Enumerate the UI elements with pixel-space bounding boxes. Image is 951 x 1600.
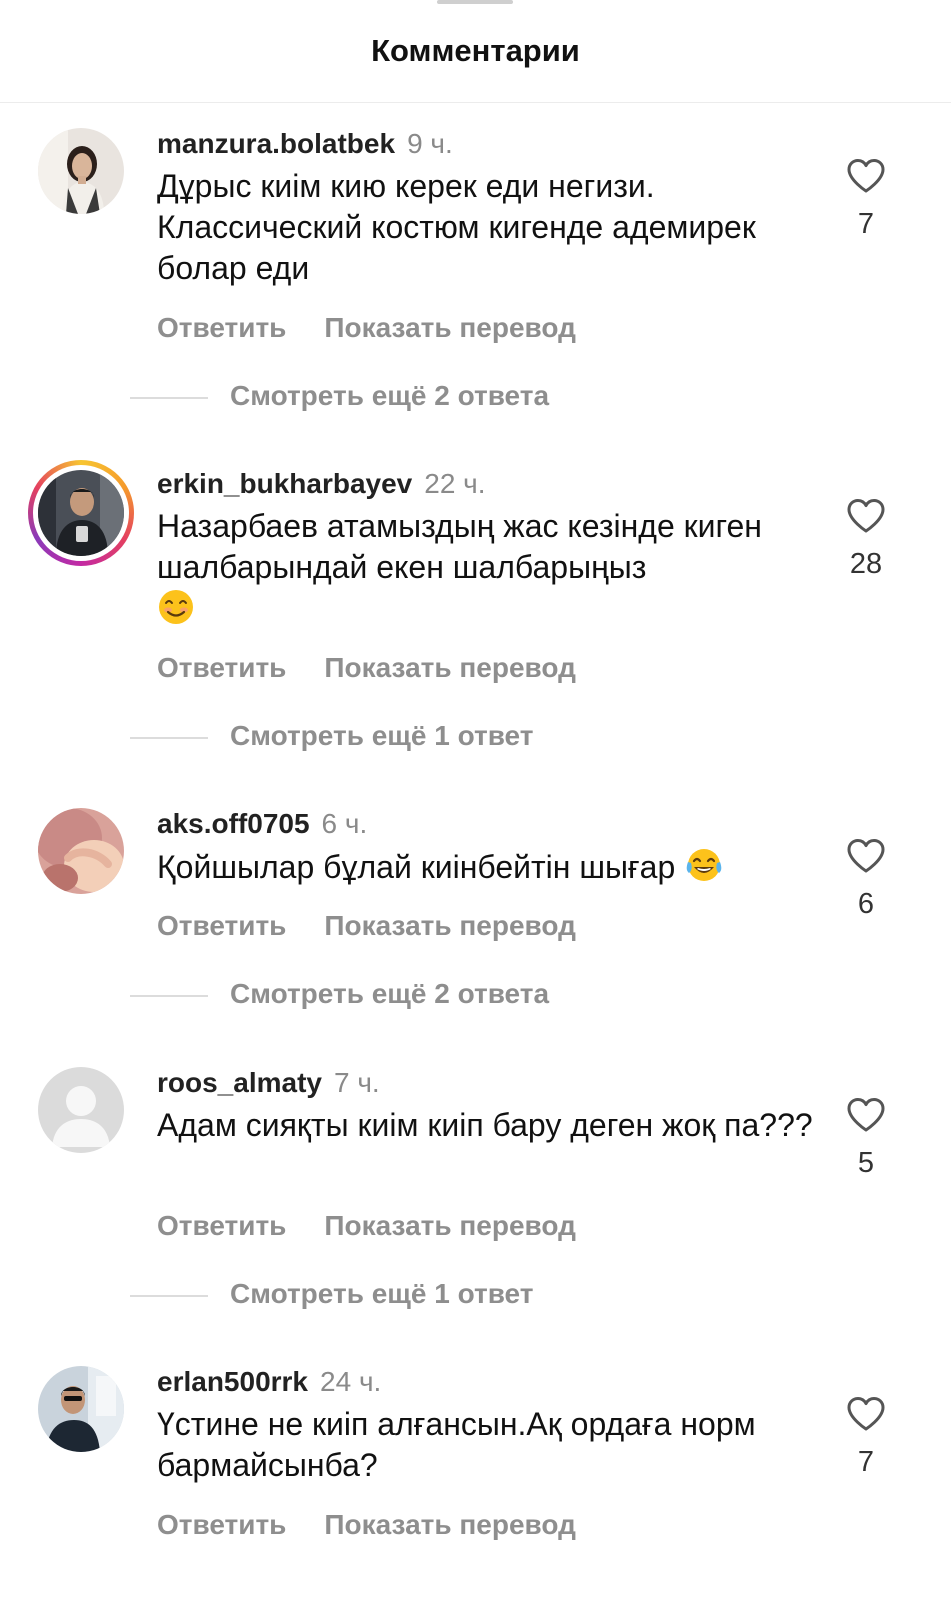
avatar[interactable] bbox=[38, 1366, 124, 1452]
comment-actions: Ответить Показать перевод bbox=[157, 910, 576, 942]
replies-divider bbox=[130, 396, 208, 399]
comment-meta: erlan500rrk 24 ч. bbox=[157, 1366, 381, 1402]
comment-actions: Ответить Показать перевод bbox=[157, 652, 576, 684]
timestamp: 22 ч. bbox=[424, 468, 486, 499]
reply-button[interactable]: Ответить bbox=[157, 910, 286, 941]
comment-text-body: Қойшылар бұлай киінбейтін шығар bbox=[157, 849, 676, 885]
comment-text-body: Назарбаев атамыздың жас кезінде киген ша… bbox=[157, 508, 762, 585]
comment-meta: manzura.bolatbek 9 ч. bbox=[157, 128, 453, 164]
comment-text: Қойшылар бұлай киінбейтін шығар bbox=[157, 846, 817, 888]
like-count: 6 bbox=[857, 888, 875, 920]
avatar[interactable] bbox=[38, 808, 124, 894]
show-translation-button[interactable]: Показать перевод bbox=[324, 652, 576, 683]
view-replies-button[interactable]: Смотреть ещё 2 ответа bbox=[130, 978, 549, 1010]
comments-sheet: Комментарии manzura.bolatbek 9 ч. Дұрыс к… bbox=[0, 0, 951, 1600]
comment-actions: Ответить Показать перевод bbox=[157, 312, 576, 344]
person-silhouette-icon bbox=[38, 1067, 124, 1153]
comment-text: Адам сияқты киім киіп бару деген жоқ па?… bbox=[157, 1107, 813, 1143]
replies-divider bbox=[130, 994, 208, 997]
sheet-header: Комментарии bbox=[0, 0, 951, 103]
like-control: 6 bbox=[846, 838, 886, 921]
avatar[interactable] bbox=[38, 1067, 124, 1153]
reply-button[interactable]: Ответить bbox=[157, 652, 286, 683]
like-count: 7 bbox=[857, 208, 875, 240]
username[interactable]: aks.off0705 bbox=[157, 808, 310, 839]
tears-of-joy-emoji-icon bbox=[686, 849, 722, 881]
comment-text: Дұрыс киім кию керек еди негизи. Классич… bbox=[157, 168, 756, 286]
comment-text: Назарбаев атамыздың жас кезінде киген ша… bbox=[157, 506, 817, 630]
timestamp: 6 ч. bbox=[321, 808, 368, 839]
show-translation-button[interactable]: Показать перевод bbox=[324, 1210, 576, 1241]
username[interactable]: roos_almaty bbox=[157, 1067, 322, 1098]
username[interactable]: manzura.bolatbek bbox=[157, 128, 395, 159]
like-count: 28 bbox=[849, 548, 883, 580]
view-replies-button[interactable]: Смотреть ещё 1 ответ bbox=[130, 1278, 533, 1310]
like-control: 7 bbox=[846, 1396, 886, 1479]
heart-outline-icon[interactable] bbox=[846, 498, 886, 534]
replies-divider bbox=[130, 736, 208, 739]
comment-actions: Ответить Показать перевод bbox=[157, 1210, 576, 1242]
like-count: 7 bbox=[857, 1446, 875, 1478]
timestamp: 7 ч. bbox=[333, 1067, 380, 1098]
view-replies-label: Смотреть ещё 1 ответ bbox=[230, 1278, 534, 1309]
heart-outline-icon[interactable] bbox=[846, 1097, 886, 1133]
avatar-with-story-ring[interactable] bbox=[28, 460, 134, 566]
replies-divider bbox=[130, 1294, 208, 1297]
username[interactable]: erkin_bukharbayev bbox=[157, 468, 412, 499]
comment-meta: erkin_bukharbayev 22 ч. bbox=[157, 468, 486, 504]
view-replies-label: Смотреть ещё 2 ответа bbox=[230, 978, 550, 1009]
like-control: 7 bbox=[846, 158, 886, 241]
timestamp: 9 ч. bbox=[407, 128, 453, 159]
smiling-face-emoji-icon bbox=[159, 590, 193, 624]
comment-meta: roos_almaty 7 ч. bbox=[157, 1067, 380, 1103]
timestamp: 24 ч. bbox=[320, 1366, 382, 1397]
view-replies-button[interactable]: Смотреть ещё 2 ответа bbox=[130, 380, 549, 412]
like-control: 28 bbox=[846, 498, 886, 581]
like-count: 5 bbox=[857, 1147, 875, 1179]
comment-text: Үстине не киіп алғансын.Ақ ордаға норм б… bbox=[157, 1406, 756, 1483]
username[interactable]: erlan500rrk bbox=[157, 1366, 308, 1397]
page-title: Комментарии bbox=[371, 33, 580, 68]
show-translation-button[interactable]: Показать перевод bbox=[324, 1509, 576, 1540]
heart-outline-icon[interactable] bbox=[846, 158, 886, 194]
reply-button[interactable]: Ответить bbox=[157, 312, 286, 343]
show-translation-button[interactable]: Показать перевод bbox=[324, 910, 576, 941]
view-replies-label: Смотреть ещё 1 ответ bbox=[230, 720, 534, 751]
comment-meta: aks.off0705 6 ч. bbox=[157, 808, 367, 844]
comment-actions: Ответить Показать перевод bbox=[157, 1509, 576, 1541]
show-translation-button[interactable]: Показать перевод bbox=[324, 312, 576, 343]
view-replies-button[interactable]: Смотреть ещё 1 ответ bbox=[130, 720, 533, 752]
reply-button[interactable]: Ответить bbox=[157, 1509, 286, 1540]
like-control: 5 bbox=[846, 1097, 886, 1180]
view-replies-label: Смотреть ещё 2 ответа bbox=[230, 380, 550, 411]
avatar[interactable] bbox=[38, 128, 124, 214]
heart-outline-icon[interactable] bbox=[846, 838, 886, 874]
heart-outline-icon[interactable] bbox=[846, 1396, 886, 1432]
reply-button[interactable]: Ответить bbox=[157, 1210, 286, 1241]
